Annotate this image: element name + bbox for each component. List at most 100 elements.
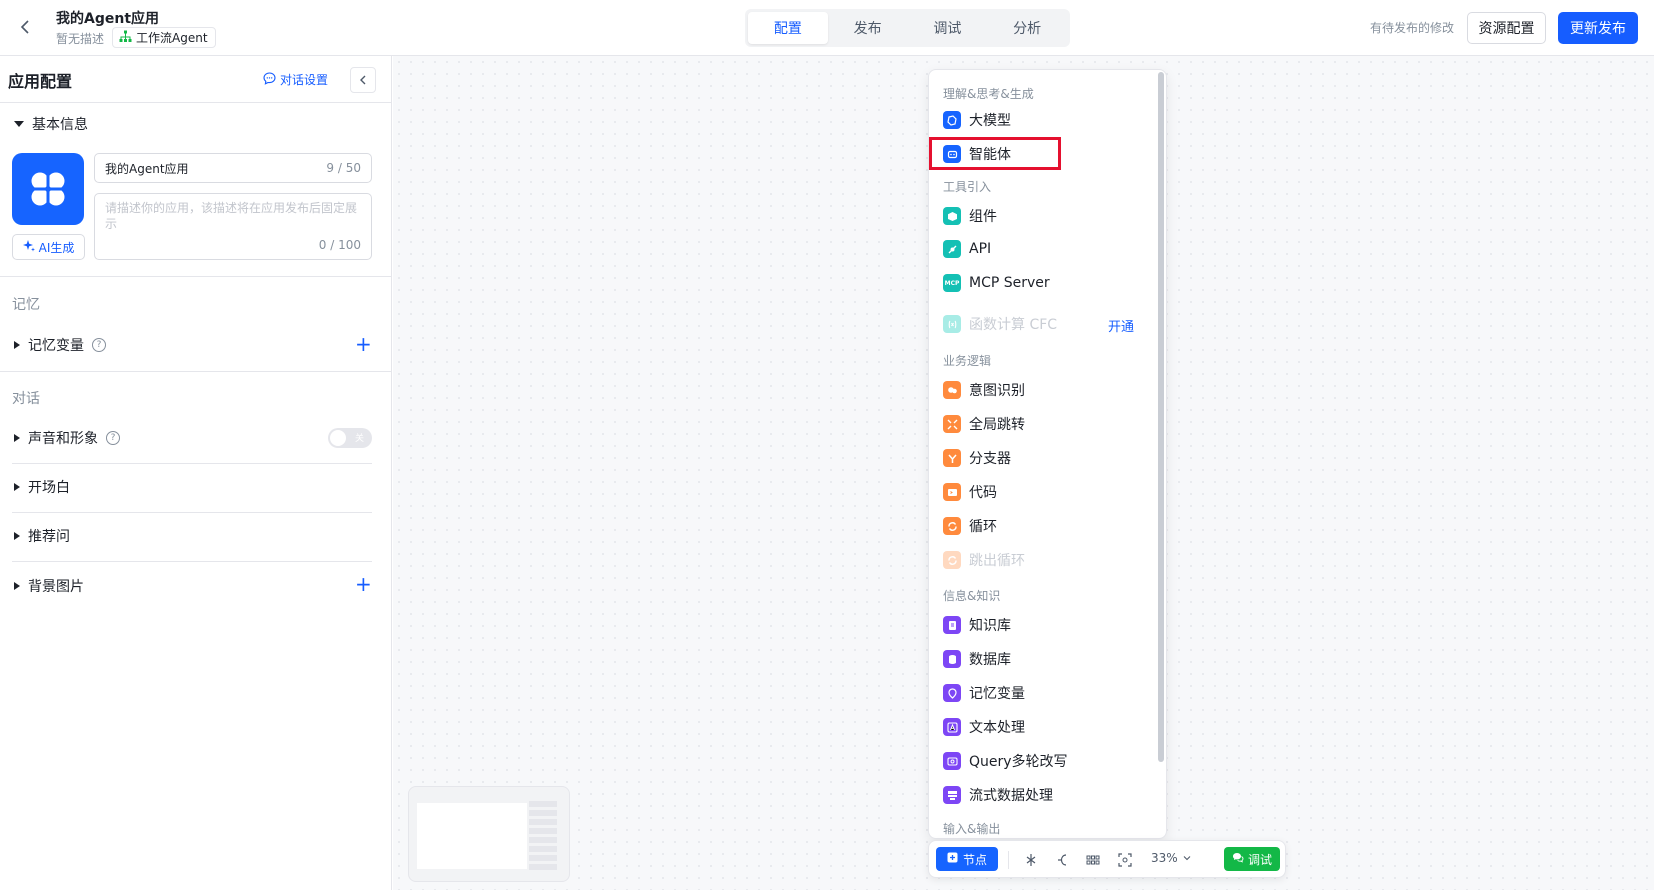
branch-icon — [943, 449, 961, 467]
mcp-label: MCP Server — [969, 275, 1050, 291]
menu-item-break-loop: 跳出循环 — [943, 550, 1025, 570]
chat-debug-icon — [1232, 852, 1244, 866]
app-title: 我的Agent应用 — [56, 11, 160, 27]
loop-label: 循环 — [969, 519, 997, 535]
menu-item-cfc: 函数计算 CFC — [943, 314, 1057, 334]
chat-bubble-icon — [263, 71, 276, 88]
opening-label: 开场白 — [28, 480, 70, 496]
menu-item-text-processing[interactable]: 文本处理 — [943, 717, 1025, 737]
divider — [1008, 851, 1009, 869]
help-icon[interactable]: ? — [92, 338, 106, 352]
ai-generate-label: AI生成 — [38, 240, 75, 255]
add-memory-variable-icon[interactable]: + — [355, 334, 372, 354]
mcp-icon: MCP — [943, 274, 961, 292]
voice-avatar-label: 声音和形象 — [28, 431, 98, 447]
menu-item-database[interactable]: 数据库 — [943, 649, 1011, 669]
caret-right-icon — [14, 582, 20, 590]
tab-debug[interactable]: 调试 — [908, 12, 988, 44]
voice-toggle[interactable]: 关 — [328, 428, 372, 448]
component-label: 组件 — [969, 209, 997, 225]
menu-item-mcp-server[interactable]: MCP MCP Server — [943, 274, 1050, 292]
category-tools: 工具引入 — [943, 180, 992, 194]
voice-avatar-row[interactable]: 声音和形象 ? — [14, 428, 120, 448]
add-node-button[interactable]: 节点 — [936, 847, 998, 871]
tab-publish[interactable]: 发布 — [828, 12, 908, 44]
workflow-icon — [119, 30, 132, 46]
suggested-questions-label: 推荐问 — [28, 529, 70, 545]
suggested-questions-row[interactable]: 推荐问 — [14, 526, 70, 546]
menu-item-intent[interactable]: 意图识别 — [943, 380, 1025, 400]
divider — [12, 512, 372, 513]
basic-info-label: 基本信息 — [32, 117, 88, 133]
divider — [0, 371, 392, 372]
app-description-input[interactable]: 请描述你的应用，该描述将在应用发布后固定展示 0 / 100 — [94, 193, 372, 260]
llm-icon — [943, 111, 961, 129]
chat-settings-link[interactable]: 对话设置 — [263, 71, 328, 88]
menu-item-llm[interactable]: 大模型 — [943, 110, 1011, 130]
update-publish-button[interactable]: 更新发布 — [1558, 12, 1638, 44]
intent-label: 意图识别 — [969, 383, 1025, 399]
app-name-input[interactable]: 我的Agent应用 9 / 50 — [94, 153, 372, 183]
llm-label: 大模型 — [969, 113, 1011, 129]
description-count: 0 / 100 — [318, 238, 361, 252]
collapse-panel-button[interactable] — [350, 67, 376, 93]
menu-item-global-jump[interactable]: 全局跳转 — [943, 414, 1025, 434]
tab-config[interactable]: 配置 — [748, 12, 828, 44]
basic-info-header[interactable]: 基本信息 — [14, 114, 88, 134]
database-label: 数据库 — [969, 652, 1011, 668]
memory-variable-label: 记忆变量 — [969, 686, 1025, 702]
menu-item-memory-variable[interactable]: 记忆变量 — [943, 683, 1025, 703]
opening-row[interactable]: 开场白 — [14, 477, 70, 497]
zoom-selector[interactable]: 33% — [1151, 851, 1191, 865]
minimap-viewport — [417, 803, 527, 869]
menu-item-branch[interactable]: 分支器 — [943, 448, 1011, 468]
menu-item-query-rewrite[interactable]: Query多轮改写 — [943, 751, 1068, 771]
menu-item-code[interactable]: 代码 — [943, 482, 997, 502]
menu-item-api[interactable]: API — [943, 240, 991, 258]
pending-changes-text: 有待发布的修改 — [1370, 21, 1455, 35]
query-rewrite-label: Query多轮改写 — [969, 754, 1068, 770]
app-name-value: 我的Agent应用 — [105, 161, 189, 176]
app-name-count: 9 / 50 — [326, 161, 361, 175]
toggle-off-label: 关 — [354, 434, 364, 444]
grid-icon[interactable] — [1083, 850, 1103, 870]
stream-icon — [943, 786, 961, 804]
memory-variables-row[interactable]: 记忆变量 ? — [14, 335, 106, 355]
auto-layout-icon[interactable] — [1021, 850, 1041, 870]
text-processing-label: 文本处理 — [969, 720, 1025, 736]
back-icon[interactable] — [14, 16, 36, 38]
break-loop-icon — [943, 551, 961, 569]
global-jump-label: 全局跳转 — [969, 417, 1025, 433]
minimap[interactable] — [408, 786, 570, 882]
sparkle-icon — [22, 239, 35, 255]
cfc-open-link[interactable]: 开通 — [1108, 316, 1134, 335]
app-avatar[interactable] — [12, 153, 84, 225]
memory-icon — [943, 684, 961, 702]
caret-right-icon — [14, 483, 20, 491]
debug-button[interactable]: 调试 — [1224, 847, 1280, 871]
curve-connector-icon[interactable] — [1052, 850, 1072, 870]
add-background-image-icon[interactable]: + — [355, 574, 372, 594]
background-image-label: 背景图片 — [28, 579, 84, 595]
background-image-row[interactable]: 背景图片 — [14, 576, 84, 596]
chevron-down-icon — [1183, 851, 1191, 865]
node-menu-scrollbar[interactable] — [1158, 72, 1164, 762]
caret-down-icon — [14, 121, 24, 127]
app-type-badge: 工作流Agent — [112, 27, 216, 48]
ai-generate-button[interactable]: AI生成 — [12, 234, 85, 260]
plus-square-icon — [947, 852, 958, 866]
menu-item-loop[interactable]: 循环 — [943, 516, 997, 536]
category-understand: 理解&思考&生成 — [943, 87, 1034, 101]
resource-config-button[interactable]: 资源配置 — [1467, 12, 1546, 44]
help-icon[interactable]: ? — [106, 431, 120, 445]
fit-view-icon[interactable] — [1115, 850, 1135, 870]
menu-item-knowledge-base[interactable]: 知识库 — [943, 615, 1011, 635]
divider — [12, 463, 372, 464]
menu-item-component[interactable]: 组件 — [943, 206, 997, 226]
code-label: 代码 — [969, 485, 997, 501]
caret-right-icon — [14, 532, 20, 540]
tab-analytics[interactable]: 分析 — [987, 12, 1067, 44]
chat-group-label: 对话 — [12, 391, 40, 407]
menu-item-stream-processing[interactable]: 流式数据处理 — [943, 785, 1053, 805]
panel-title: 应用配置 — [8, 72, 73, 91]
